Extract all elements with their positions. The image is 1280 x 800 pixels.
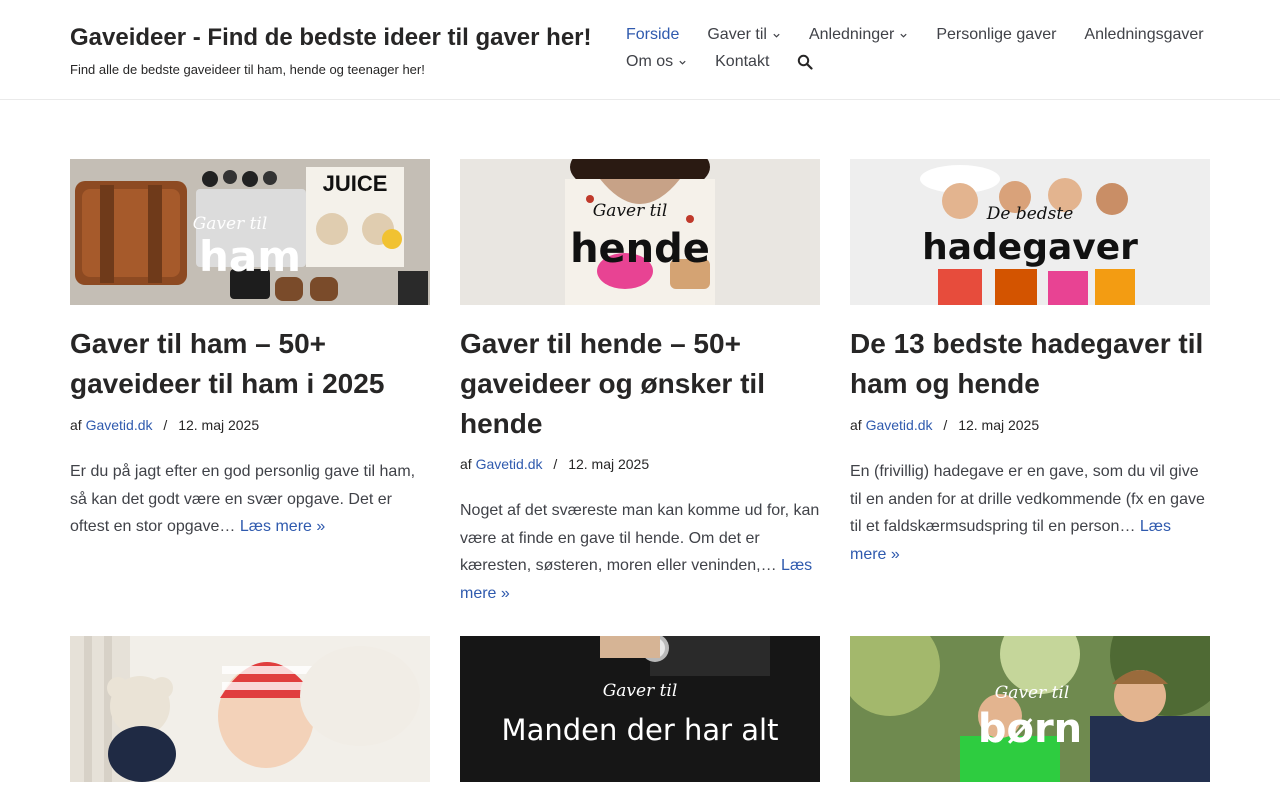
site-title[interactable]: Gaveideer - Find de bedste ideer til gav… bbox=[70, 24, 592, 52]
post-meta: af Gavetid.dk / 12. maj 2025 bbox=[460, 456, 820, 472]
nav-item-anledninger[interactable]: Anledninger bbox=[809, 26, 908, 44]
image-script-text: De bedste bbox=[986, 204, 1074, 224]
post-date: 12. maj 2025 bbox=[178, 417, 260, 433]
post-meta: af Gavetid.dk / 12. maj 2025 bbox=[850, 417, 1210, 433]
nav-item-forside[interactable]: Forside bbox=[626, 26, 679, 44]
image-script-text: Gaver til bbox=[193, 214, 268, 234]
nav-row-1: Forside Gaver til Anledninger Personlige… bbox=[626, 26, 1204, 44]
site-tagline: Find alle de bedste gaveideer til ham, h… bbox=[70, 62, 425, 77]
chevron-down-icon[interactable] bbox=[899, 31, 908, 40]
post-thumbnail[interactable]: Gaver til børn bbox=[850, 636, 1210, 782]
post-thumbnail[interactable]: Gaver til hende bbox=[460, 159, 820, 305]
post-excerpt: En (frivillig) hadegave er en gave, som … bbox=[850, 458, 1210, 568]
nav-item-label: Anledninger bbox=[808, 26, 895, 43]
post-thumbnail[interactable]: JUICE Gaver til ham bbox=[70, 159, 430, 305]
nav-item-anledningsgaver[interactable]: Anledningsgaver bbox=[1084, 26, 1203, 44]
site-header: Gaveideer - Find de bedste ideer til gav… bbox=[0, 0, 1280, 100]
image-script-text: Gaver til bbox=[995, 683, 1070, 703]
image-headline: børn bbox=[978, 706, 1082, 752]
author-link[interactable]: Gavetid.dk bbox=[476, 456, 543, 472]
image-script-text: Gaver til bbox=[603, 681, 678, 701]
image-headline: ham bbox=[199, 232, 301, 281]
nav-item-label: Forside bbox=[626, 26, 680, 43]
excerpt-text: Noget af det sværeste man kan komme ud f… bbox=[460, 502, 820, 574]
nav-item-om-os[interactable]: Om os bbox=[626, 53, 687, 71]
nav-item-label: Gaver til bbox=[707, 26, 767, 43]
post-thumbnail[interactable] bbox=[70, 636, 430, 782]
image-script-text: Gaver til bbox=[593, 201, 668, 221]
image-headline: Manden der har alt bbox=[502, 713, 779, 747]
search-icon[interactable] bbox=[797, 54, 813, 70]
nav-item-kontakt[interactable]: Kontakt bbox=[715, 53, 769, 71]
post-title[interactable]: Gaver til ham – 50+ gaveideer til ham i … bbox=[70, 324, 430, 404]
image-headline: hadegaver bbox=[922, 227, 1138, 268]
post-title[interactable]: Gaver til hende – 50+ gaveideer og ønske… bbox=[460, 324, 820, 444]
image-headline: hende bbox=[570, 226, 710, 272]
author-link[interactable]: Gavetid.dk bbox=[866, 417, 933, 433]
author-link[interactable]: Gavetid.dk bbox=[86, 417, 153, 433]
chevron-down-icon[interactable] bbox=[678, 58, 687, 67]
post-thumbnail[interactable]: Gaver til Manden der har alt bbox=[460, 636, 820, 782]
post-title[interactable]: De 13 bedste hadegaver til ham og hende bbox=[850, 324, 1210, 404]
read-more-link[interactable]: Læs mere » bbox=[240, 518, 325, 535]
meta-separator: / bbox=[943, 417, 948, 433]
nav-item-label: Kontakt bbox=[715, 53, 770, 70]
chevron-down-icon[interactable] bbox=[772, 31, 781, 40]
post-excerpt: Er du på jagt efter en god personlig gav… bbox=[70, 458, 430, 541]
meta-separator: / bbox=[553, 456, 558, 472]
post-date: 12. maj 2025 bbox=[958, 417, 1040, 433]
nav-item-label: Om os bbox=[626, 53, 674, 70]
meta-prefix: af bbox=[70, 417, 82, 433]
post-excerpt: Noget af det sværeste man kan komme ud f… bbox=[460, 497, 820, 607]
nav-item-personlige-gaver[interactable]: Personlige gaver bbox=[936, 26, 1056, 44]
post-date: 12. maj 2025 bbox=[568, 456, 650, 472]
post-meta: af Gavetid.dk / 12. maj 2025 bbox=[70, 417, 430, 433]
meta-prefix: af bbox=[850, 417, 862, 433]
meta-prefix: af bbox=[460, 456, 472, 472]
nav-row-2: Om os Kontakt bbox=[626, 53, 813, 71]
nav-item-label: Anledningsgaver bbox=[1084, 26, 1204, 43]
image-magazine-title: JUICE bbox=[323, 171, 388, 196]
meta-separator: / bbox=[163, 417, 168, 433]
nav-item-label: Personlige gaver bbox=[936, 26, 1057, 43]
nav-item-gaver-til[interactable]: Gaver til bbox=[707, 26, 781, 44]
post-thumbnail[interactable]: De bedste hadegaver bbox=[850, 159, 1210, 305]
